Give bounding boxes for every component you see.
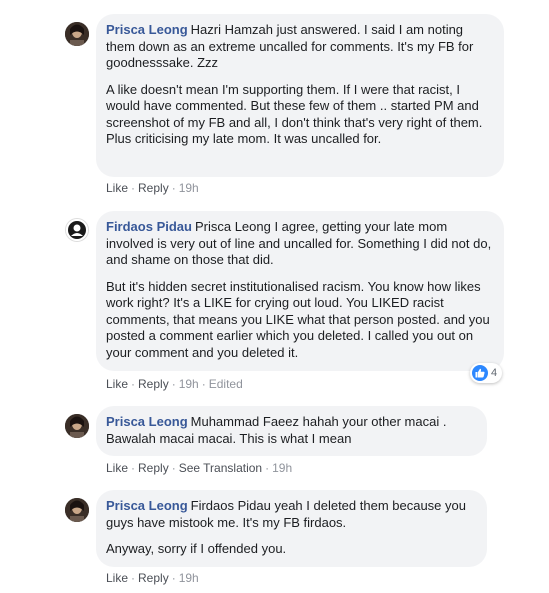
timestamp[interactable]: 19h [179, 377, 199, 391]
reply-button[interactable]: Reply [138, 461, 169, 475]
like-button[interactable]: Like [106, 461, 128, 475]
comment-bubble: Prisca Leong Muhammad Faeez hahah your ot… [96, 406, 487, 456]
comment-actions: Like · Reply · 19h [106, 571, 199, 585]
reply-button[interactable]: Reply [138, 571, 169, 585]
timestamp[interactable]: 19h [272, 461, 292, 475]
comment-bubble: Prisca Leong Hazri Hamzah just answered. … [96, 14, 504, 177]
reaction-count: 4 [491, 367, 498, 379]
like-icon [472, 365, 488, 381]
comment-author[interactable]: Prisca Leong [106, 498, 188, 513]
avatar[interactable] [65, 498, 89, 522]
avatar[interactable] [65, 22, 89, 46]
reply-button[interactable]: Reply [138, 181, 169, 195]
comment-text: A like doesn't mean I'm supporting them.… [106, 81, 483, 147]
timestamp[interactable]: 19h [179, 571, 199, 585]
avatar[interactable] [65, 414, 89, 438]
like-button[interactable]: Like [106, 377, 128, 391]
like-button[interactable]: Like [106, 181, 128, 195]
avatar[interactable] [65, 218, 89, 242]
comment-bubble: Prisca Leong Firdaos Pidau yeah I deleted… [96, 490, 487, 567]
comment-actions: Like · Reply · 19h · Edited [106, 377, 243, 391]
comment-actions: Like · Reply · 19h [106, 181, 199, 195]
comment-actions: Like · Reply · See Translation · 19h [106, 461, 293, 475]
comment-bubble: Firdaos Pidau Prisca Leong I agree, getti… [96, 211, 504, 371]
see-translation-button[interactable]: See Translation [179, 461, 262, 475]
reaction-badge[interactable]: 4 [470, 363, 503, 383]
comment-text: Anyway, sorry if I offended you. [106, 541, 287, 556]
edited-label[interactable]: Edited [209, 377, 243, 391]
comment-author[interactable]: Firdaos Pidau [106, 219, 192, 234]
reply-button[interactable]: Reply [138, 377, 169, 391]
comment-author[interactable]: Prisca Leong [106, 22, 188, 37]
comment-author[interactable]: Prisca Leong [106, 414, 188, 429]
comment-text: But it's hidden secret institutionalised… [106, 278, 490, 360]
timestamp[interactable]: 19h [179, 181, 199, 195]
like-button[interactable]: Like [106, 571, 128, 585]
